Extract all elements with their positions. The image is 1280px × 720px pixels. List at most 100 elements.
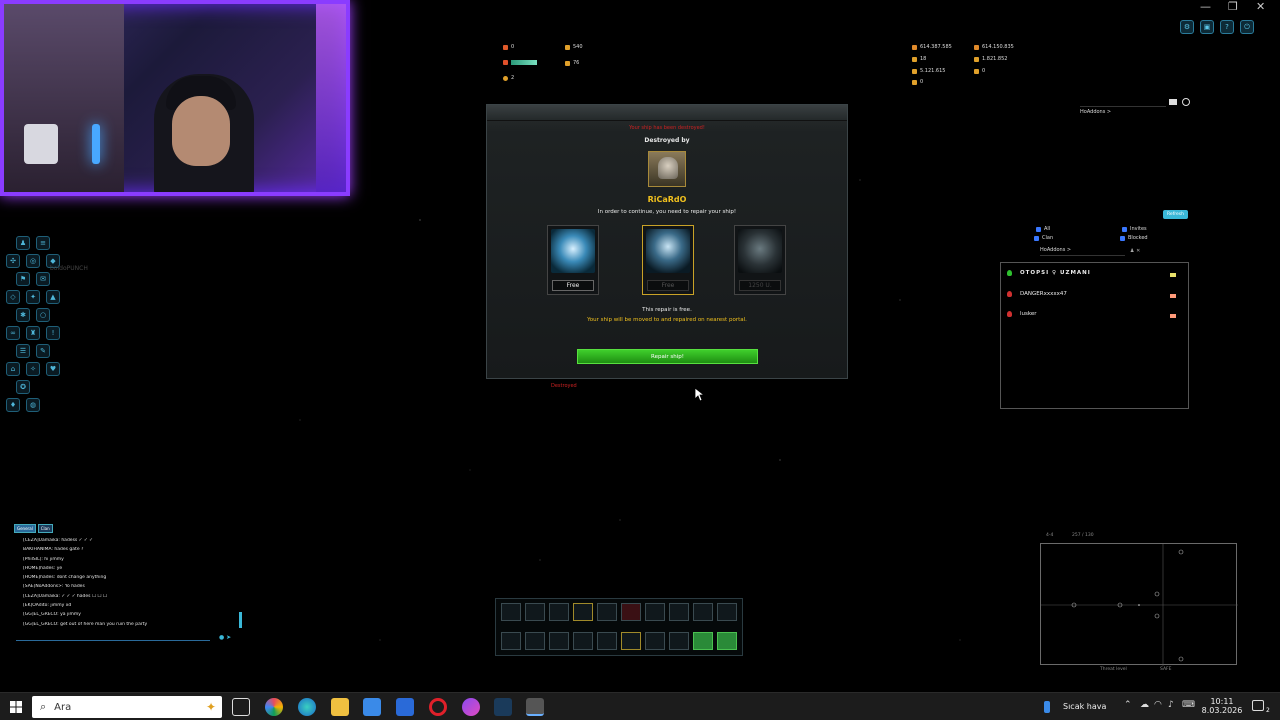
ammo-slot[interactable] [621,603,641,621]
log-icon[interactable]: ☰ [16,344,30,358]
windows-start-icon[interactable] [10,701,22,713]
ammo-slot[interactable] [669,603,689,621]
add-friend-icon[interactable]: ♟ ✕ [1130,248,1140,254]
repair-option-basic[interactable]: Free [547,225,599,295]
steam-icon[interactable] [494,698,512,716]
player-row[interactable]: DANGERxxxxx47 [1007,291,1067,297]
friends-search-input[interactable]: HoAddons > [1040,247,1125,256]
target-icon[interactable]: ◎ [26,254,40,268]
ammo-slot[interactable] [573,603,593,621]
home-icon[interactable]: ⌂ [6,362,20,376]
refresh-button[interactable]: Refresh [1163,210,1188,219]
info-icon[interactable]: ! [46,326,60,340]
clan-icon[interactable]: ♜ [26,326,40,340]
galaxy-icon[interactable]: ○ [36,308,50,322]
fullscreen-icon[interactable]: ▣ [1200,20,1214,34]
help-icon[interactable]: ? [1220,20,1234,34]
message-icon[interactable] [1170,273,1176,277]
ammo-slot[interactable] [549,603,569,621]
quest-icon[interactable]: ◇ [6,290,20,304]
file-explorer-icon[interactable] [331,698,349,716]
keyboard-icon[interactable]: ⌨ [1182,700,1195,710]
mail-app-icon[interactable] [396,698,414,716]
ring-icon[interactable]: ◍ [26,398,40,412]
drone-icon[interactable]: ✱ [16,308,30,322]
ammo-slot[interactable] [693,603,713,621]
filter-all-checkbox[interactable]: All [1036,226,1050,232]
game-client-icon[interactable] [526,698,544,716]
box-icon [565,60,570,66]
repair-option-portal[interactable]: Free [642,225,694,295]
ability-slot[interactable] [621,632,641,650]
minimize-button[interactable]: — [1200,0,1211,13]
ammo-slot[interactable] [501,603,521,621]
message-icon[interactable] [1170,294,1176,298]
ability-slot[interactable] [501,632,521,650]
group-icon[interactable]: ⚑ [16,272,30,286]
list-icon[interactable]: ≡ [36,236,50,250]
ability-slot[interactable] [645,632,665,650]
system-clock[interactable]: 10:11 8.03.2026 [1200,697,1244,715]
tab-clan[interactable]: Clan [37,524,53,533]
destroyed-by-label: Destroyed by [644,137,690,144]
player-list-panel: OTOPSI ♀ UZMANI DANGERxxxxx47 lusker [1000,262,1189,409]
ability-slot[interactable] [717,632,737,650]
ammo-slot[interactable] [597,603,617,621]
reward-icon[interactable]: ✪ [16,380,30,394]
volume-icon[interactable]: ♪ [1168,700,1174,710]
minimap[interactable] [1040,543,1238,666]
filter-invites-checkbox[interactable]: Invites [1122,226,1147,232]
ability-slot[interactable] [693,632,713,650]
messenger-icon[interactable] [462,698,480,716]
restore-button[interactable]: ❐ [1228,0,1238,13]
player-row[interactable]: lusker [1007,311,1037,317]
message-icon[interactable] [1170,314,1176,318]
chat-icon[interactable]: ✉ [36,272,50,286]
heart-menu-icon[interactable]: ♥ [46,362,60,376]
ability-slot[interactable] [573,632,593,650]
ammo-slot[interactable] [717,603,737,621]
ability-slot[interactable] [549,632,569,650]
ability-slot[interactable] [669,632,689,650]
ammo-slot[interactable] [525,603,545,621]
pet-icon[interactable]: ∞ [6,326,20,340]
wifi-icon[interactable]: ◠ [1154,700,1162,710]
wrench-icon[interactable]: ✎ [36,344,50,358]
skill-icon[interactable]: ✧ [26,362,40,376]
offline-status-icon [1007,311,1012,317]
tab-general[interactable]: General [14,524,36,533]
move-icon[interactable]: ✣ [6,254,20,268]
repair-ship-button[interactable]: Repair ship! [577,349,758,364]
stats-icon[interactable]: ♦ [6,398,20,412]
copilot-icon[interactable] [265,698,283,716]
repair-option-premium[interactable]: 1250 U. [734,225,786,295]
opera-icon[interactable] [429,698,447,716]
store-icon[interactable] [363,698,381,716]
ability-slot[interactable] [597,632,617,650]
filter-clan-checkbox[interactable]: Clan [1034,235,1053,241]
ammo-slot[interactable] [645,603,665,621]
chat-input[interactable] [16,636,210,641]
settings-icon[interactable]: ⚙ [1180,20,1194,34]
weather-text[interactable]: Sıcak hava [1063,702,1106,711]
edge-icon[interactable] [298,698,316,716]
task-view-icon[interactable] [232,698,250,716]
upgrade-icon[interactable]: ▲ [46,290,60,304]
chat-scrollbar[interactable] [239,612,242,628]
weather-icon[interactable] [1044,701,1050,713]
send-icon[interactable]: ● ➤ [219,634,231,641]
network-icon[interactable]: ☁ [1140,700,1149,710]
shop-icon[interactable]: ✦ [26,290,40,304]
ability-slot[interactable] [525,632,545,650]
taskbar-search[interactable]: ⌕ Ara ✦ [32,696,222,718]
player-search-input[interactable]: HoAddons > [1080,98,1166,115]
user-icon[interactable]: ♟ [16,236,30,250]
tray-chevron-icon[interactable]: ⌃ [1124,700,1132,710]
power-icon[interactable]: ⏻ [1240,20,1254,34]
close-window-button[interactable]: ✕ [1256,0,1265,13]
mail-icon[interactable] [1169,99,1177,105]
player-row[interactable]: OTOPSI ♀ UZMANI [1007,270,1091,276]
filter-blocked-checkbox[interactable]: Blocked [1120,235,1148,241]
block-icon[interactable] [1182,98,1190,106]
notification-icon[interactable] [1252,700,1264,711]
